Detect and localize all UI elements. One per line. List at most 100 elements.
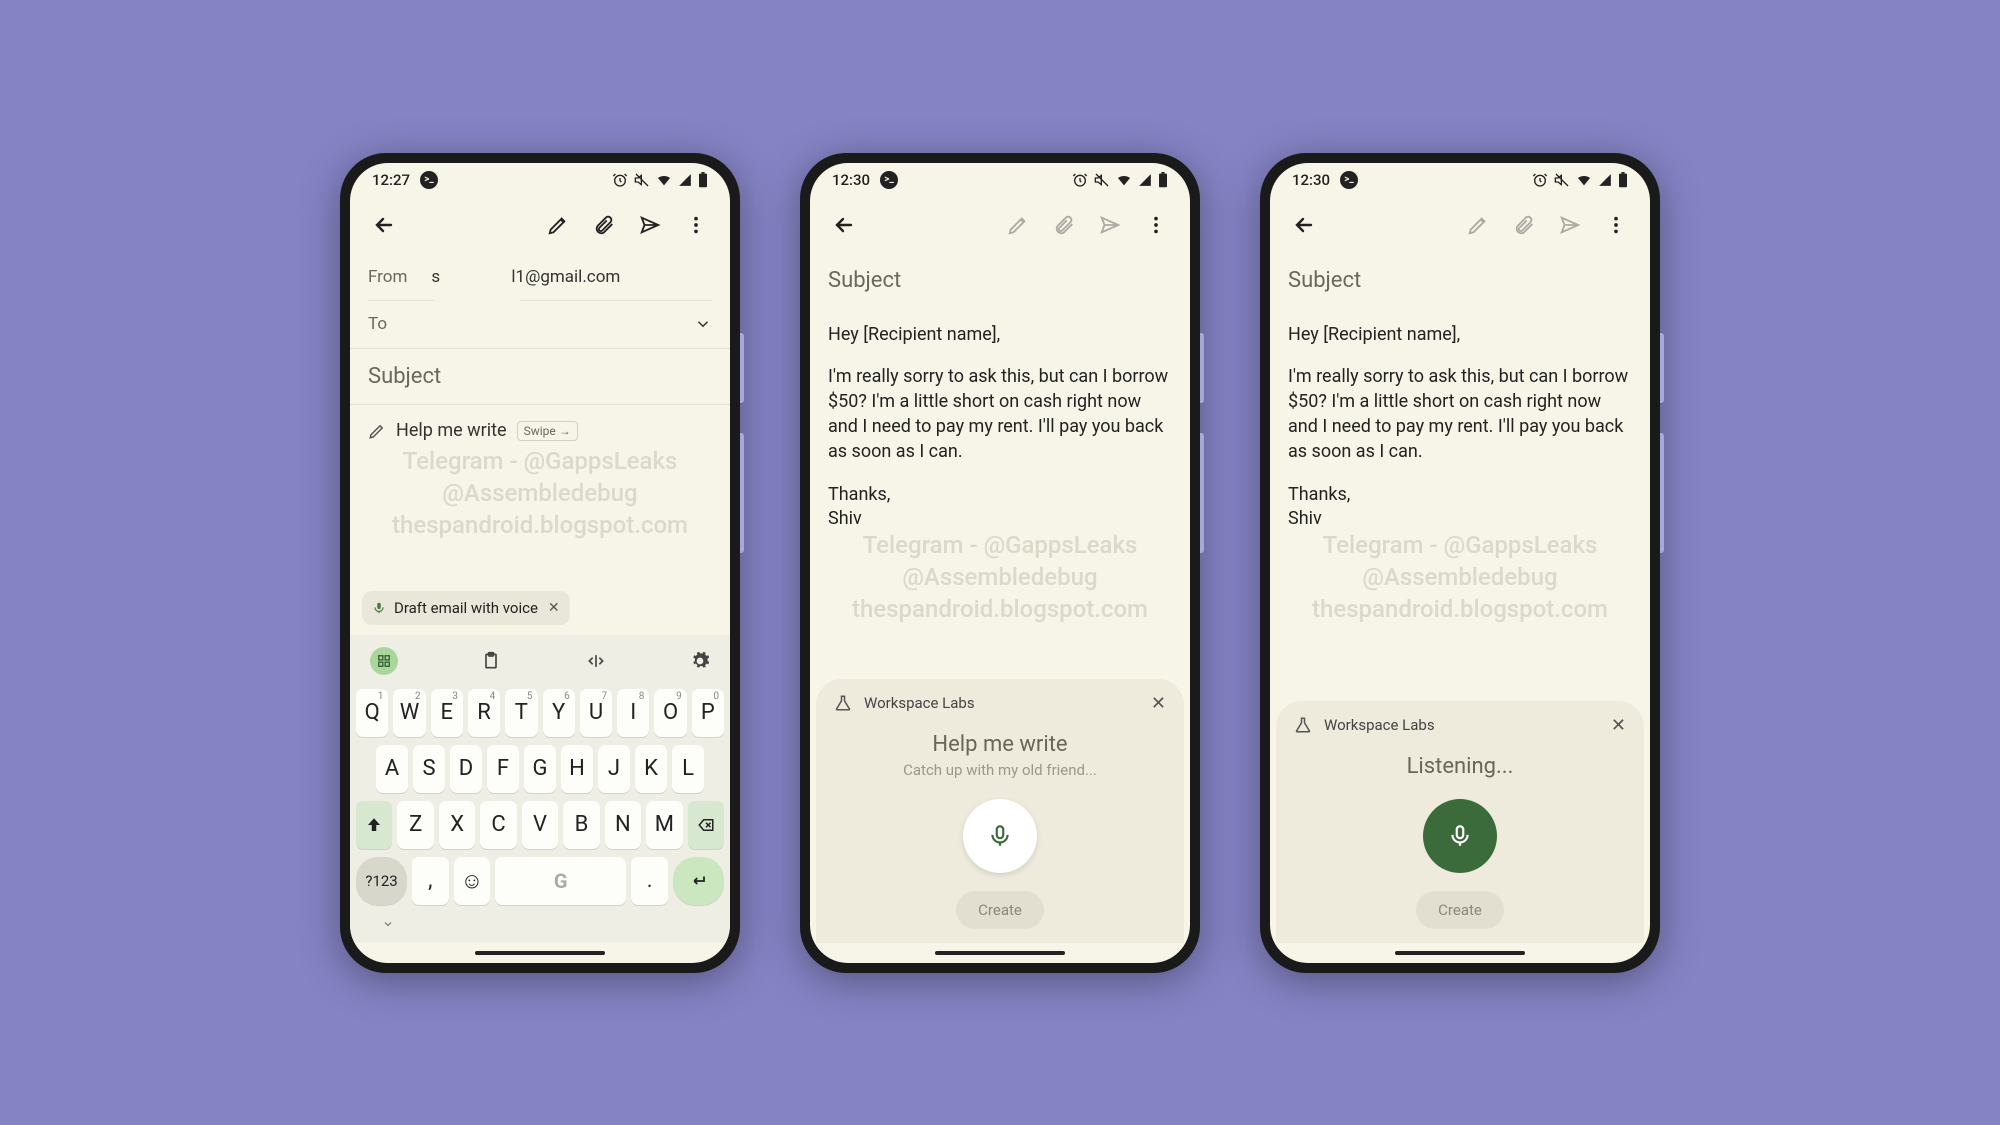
more-icon[interactable] <box>1136 205 1176 245</box>
create-button[interactable]: Create <box>1416 891 1504 929</box>
to-field[interactable]: To <box>350 301 730 349</box>
from-initial: s <box>431 267 451 287</box>
key[interactable]: K <box>635 745 667 793</box>
keyboard[interactable]: Q1W2E3R4T5Y6U7I8O9P0 ASDFGHJKL ZXCVBNM ?… <box>350 635 730 943</box>
mute-icon <box>1094 172 1110 188</box>
back-button[interactable] <box>1284 205 1324 245</box>
close-icon[interactable]: ✕ <box>1611 715 1626 736</box>
key[interactable]: J <box>598 745 630 793</box>
enter-key[interactable] <box>673 857 724 905</box>
key[interactable]: L <box>672 745 704 793</box>
key[interactable]: G <box>524 745 556 793</box>
nav-handle[interactable] <box>1270 943 1650 963</box>
key[interactable]: E3 <box>431 689 463 737</box>
key[interactable]: S <box>413 745 445 793</box>
key[interactable]: Z <box>397 801 433 849</box>
magic-pen-icon[interactable] <box>998 205 1038 245</box>
mic-icon <box>1447 823 1473 849</box>
key[interactable]: M <box>646 801 682 849</box>
collapse-keyboard[interactable] <box>356 913 724 935</box>
symbols-key[interactable]: ?123 <box>356 857 407 905</box>
app-bar <box>350 197 730 253</box>
key[interactable]: V <box>522 801 558 849</box>
key[interactable]: Q1 <box>356 689 388 737</box>
subject-field[interactable]: Subject <box>1270 253 1650 309</box>
more-icon[interactable] <box>676 205 716 245</box>
to-label: To <box>368 314 387 334</box>
key[interactable]: B <box>563 801 599 849</box>
key[interactable]: Y6 <box>543 689 575 737</box>
email-thanks: Thanks, <box>1288 483 1632 508</box>
from-field[interactable]: From s l1@gmail.com <box>350 253 730 301</box>
key[interactable]: A <box>376 745 408 793</box>
labs-sub: Catch up with my old friend... <box>834 761 1166 779</box>
compose-body[interactable]: Help me write Swipe → Telegram - @GappsL… <box>350 405 730 591</box>
text-select-icon[interactable] <box>585 651 607 671</box>
subject-field[interactable]: Subject <box>810 253 1190 309</box>
alarm-icon <box>612 172 628 188</box>
key[interactable]: H <box>561 745 593 793</box>
key[interactable]: F <box>487 745 519 793</box>
email-sign: Shiv <box>828 507 1172 532</box>
create-button[interactable]: Create <box>956 891 1044 929</box>
nav-handle[interactable] <box>810 943 1190 963</box>
backspace-key[interactable] <box>688 801 724 849</box>
emoji-key[interactable]: ☺ <box>454 857 490 905</box>
key[interactable]: X <box>439 801 475 849</box>
send-icon[interactable] <box>1090 205 1130 245</box>
send-icon[interactable] <box>630 205 670 245</box>
clipboard-icon[interactable] <box>481 651 501 671</box>
subject-field[interactable]: Subject <box>350 349 730 405</box>
gear-icon[interactable] <box>690 651 710 671</box>
close-icon[interactable]: ✕ <box>1151 693 1166 714</box>
send-icon[interactable] <box>1550 205 1590 245</box>
space-key[interactable]: G <box>495 857 626 905</box>
phone-2: 12:30>_ Subject Hey [Recipient name], I'… <box>800 153 1200 973</box>
compose-body[interactable]: Hey [Recipient name], I'm really sorry t… <box>1270 309 1650 701</box>
key[interactable]: N <box>605 801 641 849</box>
back-button[interactable] <box>824 205 864 245</box>
watermark: Telegram - @GappsLeaks@Assembledebugthes… <box>1270 529 1650 626</box>
flask-icon <box>834 694 852 712</box>
key[interactable]: R4 <box>468 689 500 737</box>
key[interactable]: D <box>450 745 482 793</box>
back-button[interactable] <box>364 205 404 245</box>
key[interactable]: I8 <box>617 689 649 737</box>
comma-key[interactable]: , <box>412 857 448 905</box>
attach-icon[interactable] <box>1504 205 1544 245</box>
key[interactable]: T5 <box>505 689 537 737</box>
key[interactable]: U7 <box>580 689 612 737</box>
magic-pen-icon[interactable] <box>1458 205 1498 245</box>
mic-button[interactable] <box>963 799 1037 873</box>
attach-icon[interactable] <box>1044 205 1084 245</box>
shift-key[interactable] <box>356 801 392 849</box>
more-icon[interactable] <box>1596 205 1636 245</box>
attach-icon[interactable] <box>584 205 624 245</box>
compose-body[interactable]: Hey [Recipient name], I'm really sorry t… <box>810 309 1190 679</box>
period-key[interactable]: . <box>631 857 667 905</box>
watermark: Telegram - @GappsLeaks @Assembledebug th… <box>350 445 730 542</box>
magic-pen-icon[interactable] <box>538 205 578 245</box>
mic-icon <box>987 823 1013 849</box>
key[interactable]: W2 <box>393 689 425 737</box>
email-paragraph: I'm really sorry to ask this, but can I … <box>1288 365 1632 464</box>
key[interactable]: O9 <box>654 689 686 737</box>
kb-apps-icon[interactable] <box>370 647 398 675</box>
key[interactable]: P0 <box>692 689 724 737</box>
nav-handle[interactable] <box>350 943 730 963</box>
battery-icon <box>698 172 708 188</box>
key[interactable]: C <box>480 801 516 849</box>
voice-draft-chip[interactable]: Draft email with voice ✕ <box>362 591 570 625</box>
email-paragraph: I'm really sorry to ask this, but can I … <box>828 365 1172 464</box>
battery-icon <box>1618 172 1628 188</box>
clock: 12:27 <box>372 171 410 189</box>
help-me-write-row[interactable]: Help me write Swipe → <box>368 419 712 444</box>
mic-button-active[interactable] <box>1423 799 1497 873</box>
dev-icon: >_ <box>880 171 898 189</box>
close-icon[interactable]: ✕ <box>548 600 560 616</box>
battery-icon <box>1158 172 1168 188</box>
status-bar: 12:30>_ <box>1270 163 1650 197</box>
chevron-down-icon[interactable] <box>694 315 712 333</box>
from-email: l1@gmail.com <box>511 267 620 287</box>
kb-row-1: Q1W2E3R4T5Y6U7I8O9P0 <box>356 689 724 737</box>
